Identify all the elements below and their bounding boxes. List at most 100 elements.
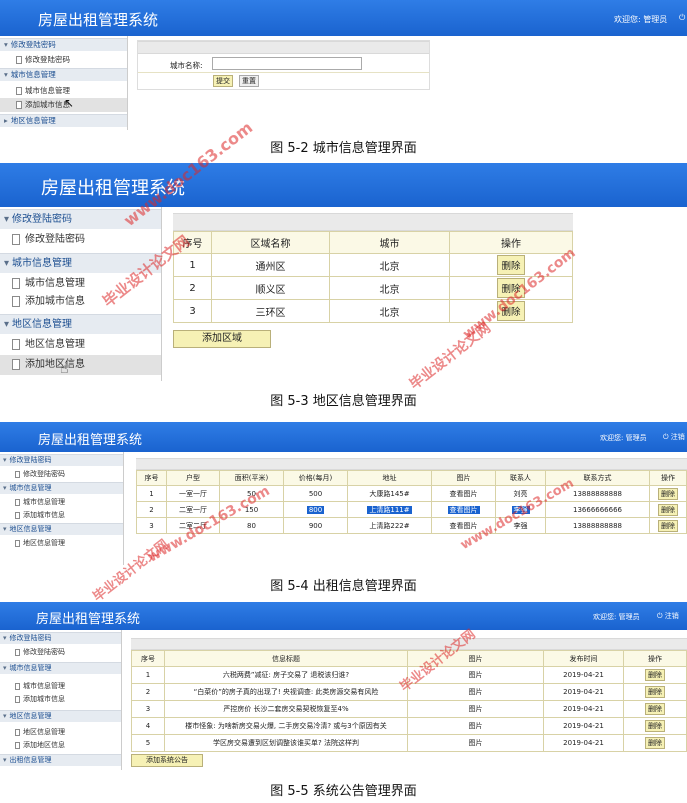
cell-address: 上清路111# — [347, 501, 432, 518]
sidebar-item-district-manage[interactable]: 地区信息管理 — [0, 336, 161, 354]
rental-table: 序号 户型 面积(平米) 价格(每月) 地址 图片 联系人 联系方式 操作 1 … — [136, 470, 687, 534]
document-icon — [12, 338, 20, 350]
sidebar-item-city-manage[interactable]: 城市信息管理 — [0, 275, 161, 293]
cell-title: 学区房交易遭到区划调整该谁买单? 法院这样判 — [164, 734, 408, 752]
cell-index: 3 — [131, 700, 165, 718]
selected-text: 李强 — [511, 505, 530, 514]
delete-button[interactable]: 删除 — [658, 487, 678, 500]
sidebar-item-district-manage[interactable]: 地区信息管理 — [0, 726, 121, 738]
form-footer — [138, 72, 429, 90]
cell-layout: 一室一厅 — [166, 485, 220, 502]
sidebar-section-city[interactable]: ▾ 城市信息管理 — [0, 662, 121, 674]
document-icon — [16, 56, 22, 64]
sidebar-item-city-add[interactable]: 添加城市信息 — [0, 293, 161, 311]
sidebar-section-account[interactable]: ▾ 修改登陆密码 — [0, 632, 121, 644]
welcome-text: 欢迎您: 管理员 — [614, 15, 668, 24]
table-row: 1 一室一厅 50 500 大康路145# 查看图片 刘亮 1388888888… — [136, 485, 687, 502]
sidebar-item-city-manage[interactable]: 城市信息管理 — [0, 680, 121, 692]
logout-icon[interactable]: ⏻ — [679, 13, 685, 23]
sidebar-item-change-password[interactable]: 修改登陆密码 — [0, 468, 123, 480]
sidebar: ▾ 修改登陆密码 修改登陆密码 ▾ 城市信息管理 城市信息管理 添加城市信息 ▾ 地区… — [0, 207, 162, 381]
delete-button[interactable]: 删除 — [645, 720, 665, 732]
caption-5-5: 图 5-5 系统公告管理界面 — [270, 784, 417, 799]
chevron-down-icon: ▾ — [4, 214, 10, 225]
cell-index: 1 — [136, 485, 167, 502]
view-image-link[interactable]: 查看图片 — [431, 517, 496, 534]
sidebar-item-city-manage[interactable]: 城市信息管理 — [0, 496, 123, 508]
cell-date: 2019-04-21 — [543, 700, 624, 718]
app-title: 房屋出租管理系统 — [36, 612, 141, 627]
delete-button[interactable]: 删除 — [645, 686, 665, 698]
table-header-row: 序号 信息标题 图片 发布时间 操作 — [131, 650, 687, 667]
col-header: 地址 — [347, 470, 432, 486]
sidebar-item-change-password[interactable]: 修改登陆密码 — [0, 230, 161, 250]
sidebar-section-account[interactable]: ▾ 修改登陆密码 — [0, 454, 123, 466]
cell-action: 删除 — [623, 717, 687, 735]
col-header: 户型 — [166, 470, 220, 486]
caption-5-4: 图 5-4 出租信息管理界面 — [270, 579, 417, 594]
sidebar-section-city[interactable]: ▾ 城市信息管理 — [0, 482, 123, 494]
form-header-bar — [138, 41, 429, 54]
sidebar-section-rental[interactable]: ▾ 出租信息管理 — [0, 754, 121, 766]
cell-action: 删除 — [623, 683, 687, 701]
app-title: 房屋出租管理系统 — [41, 178, 185, 199]
chevron-down-icon: ▾ — [3, 525, 7, 533]
sidebar-item-city-add[interactable]: 添加城市信息 — [0, 693, 121, 705]
cell-price: 500 — [283, 485, 348, 502]
sidebar-section-account[interactable]: ▾ 修改登陆密码 — [0, 38, 127, 51]
delete-button[interactable]: 删除 — [658, 519, 678, 532]
table-row: 4 楼市怪象: 为啥新房交易火爆, 二手房交易冷清? 或与3个原因有关 图片 2… — [131, 717, 687, 735]
view-image-link[interactable]: 查看图片 — [431, 501, 496, 518]
table-row: 3 二室二厅 80 900 上清路222# 查看图片 李强 1388888888… — [136, 517, 687, 534]
col-header: 图片 — [407, 650, 544, 667]
sidebar-section-district[interactable]: ▾ 地区信息管理 — [0, 314, 161, 334]
cell-price: 800 — [283, 501, 348, 518]
cell-date: 2019-04-21 — [543, 666, 624, 684]
sidebar-item-district-add[interactable]: 添加地区信息 — [0, 355, 161, 375]
cell-date: 2019-04-21 — [543, 717, 624, 735]
delete-button[interactable]: 删除 — [645, 669, 665, 681]
sidebar-section-account[interactable]: ▾ 修改登陆密码 — [0, 209, 161, 229]
chevron-down-icon: ▾ — [3, 756, 7, 764]
cell-layout: 二室一厅 — [166, 501, 220, 518]
col-header: 发布时间 — [543, 650, 624, 667]
col-header: 区域名称 — [211, 231, 330, 254]
add-district-button[interactable]: 添加区域 — [173, 330, 271, 348]
sidebar-section-district[interactable]: ▾ 地区信息管理 — [0, 710, 121, 722]
chevron-down-icon: ▾ — [4, 70, 8, 79]
document-icon — [15, 498, 20, 506]
sidebar-item-change-password[interactable]: 修改登陆密码 — [0, 646, 121, 658]
chevron-down-icon: ▾ — [3, 456, 7, 464]
sidebar-item-change-password[interactable]: 修改登陆密码 — [0, 53, 127, 67]
delete-button[interactable]: 删除 — [645, 703, 665, 715]
delete-button[interactable]: 删除 — [497, 255, 525, 275]
city-name-input[interactable] — [212, 57, 362, 70]
sidebar-item-district-manage[interactable]: 地区信息管理 — [0, 537, 123, 549]
sidebar-section-district[interactable]: ▸ 地区信息管理 — [0, 114, 127, 127]
add-notice-button[interactable]: 添加系统公告 — [131, 754, 203, 767]
sidebar-section-city[interactable]: ▾ 城市信息管理 — [0, 68, 127, 81]
reset-button[interactable]: 重置 — [239, 75, 259, 87]
document-icon — [15, 539, 20, 547]
sidebar-item-city-add[interactable]: 添加城市信息 — [0, 509, 123, 521]
selected-text: 800 — [306, 505, 325, 514]
table-row: 2 二室一厅 150 800 上清路111# 查看图片 李强 136666666… — [136, 501, 687, 518]
logout-button[interactable]: ⏻ 注销 — [663, 432, 685, 442]
delete-button[interactable]: 删除 — [497, 278, 525, 298]
sidebar-section-city[interactable]: ▾ 城市信息管理 — [0, 253, 161, 273]
submit-button[interactable]: 提交 — [213, 75, 233, 87]
sidebar-section-district[interactable]: ▾ 地区信息管理 — [0, 523, 123, 535]
col-header: 序号 — [173, 231, 212, 254]
logout-button[interactable]: ⏻ 注销 — [657, 611, 679, 621]
cell-area: 50 — [219, 485, 284, 502]
delete-button[interactable]: 删除 — [645, 737, 665, 749]
document-icon — [15, 741, 20, 749]
delete-button[interactable]: 删除 — [497, 301, 525, 321]
cell-action: 删除 — [449, 253, 573, 277]
cell-index: 1 — [131, 666, 165, 684]
delete-button[interactable]: 删除 — [658, 503, 678, 516]
cell-date: 2019-04-21 — [543, 734, 624, 752]
view-image-link[interactable]: 查看图片 — [431, 485, 496, 502]
cell-index: 2 — [131, 683, 165, 701]
sidebar-item-district-add[interactable]: 添加地区信息 — [0, 739, 121, 751]
